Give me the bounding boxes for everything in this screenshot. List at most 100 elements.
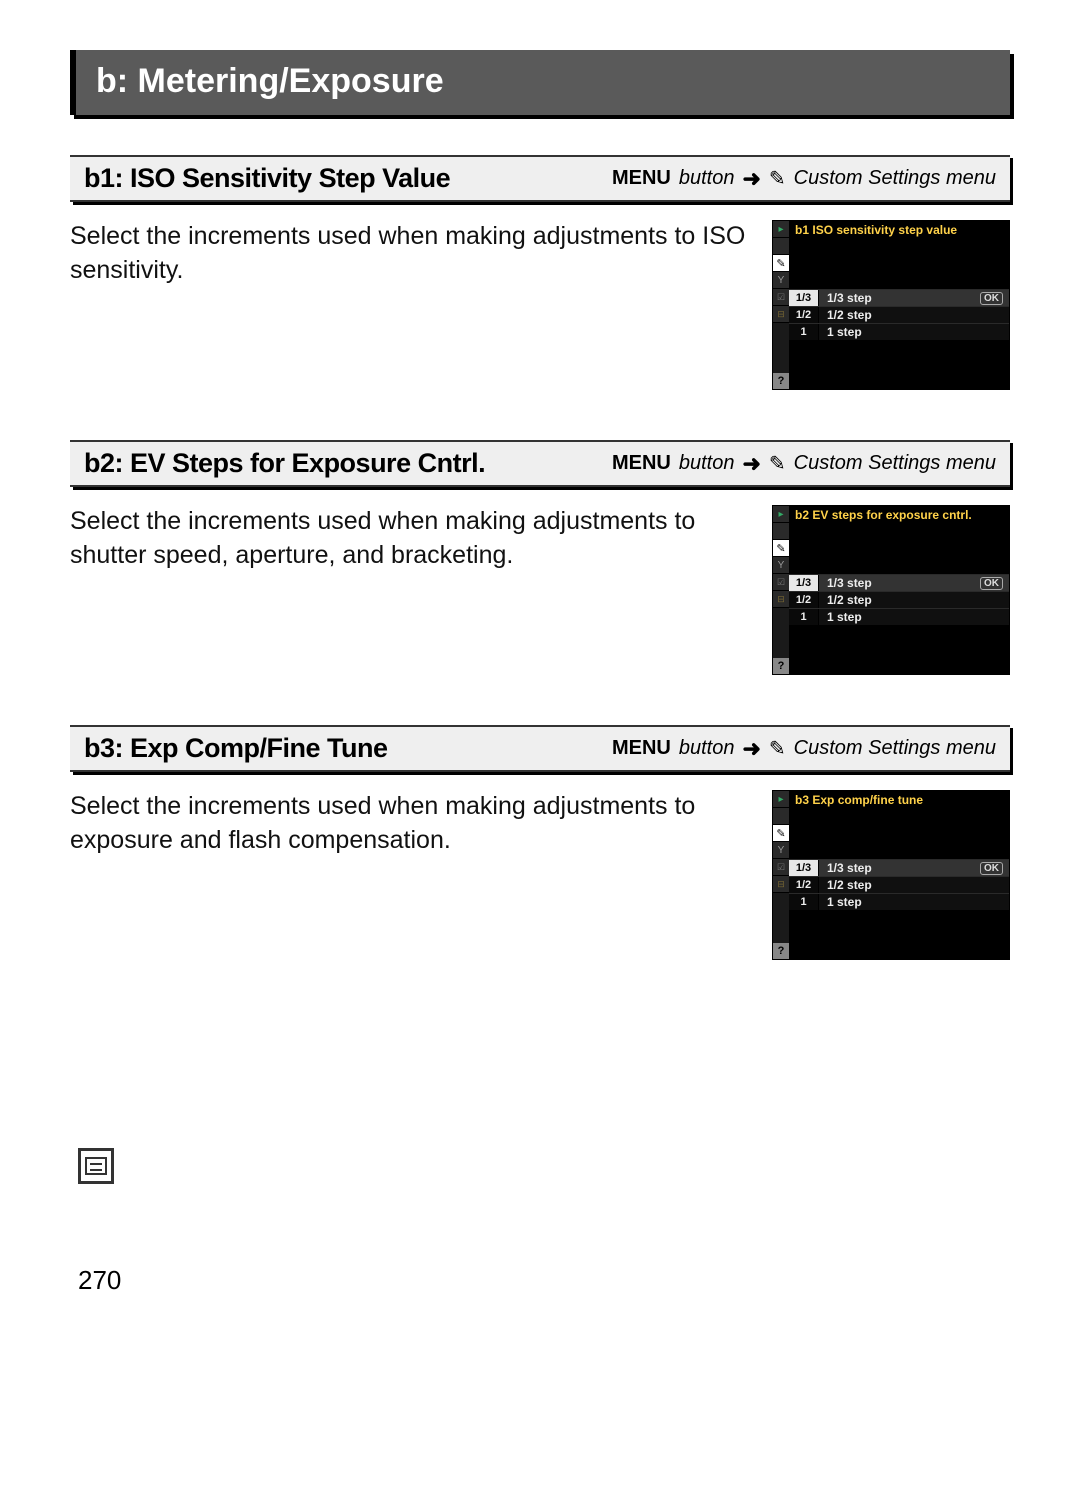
lcd-tab-setup-icon — [773, 557, 789, 574]
lcd-row-label: 1/2 step — [819, 593, 1009, 607]
nav-path: MENU button ➜ ✎ Custom Settings menu — [612, 736, 996, 762]
lcd-row-fraction: 1/3 — [789, 290, 819, 306]
button-word: button — [679, 167, 735, 190]
lcd-sidebar: ? — [773, 221, 789, 389]
camera-lcd-b2: ? b2 EV steps for exposure cntrl. 1/3 1/… — [772, 505, 1010, 675]
lcd-row-label: 1/3 step — [819, 576, 980, 590]
item-header-b2: b2: EV Steps for Exposure Cntrl. MENU bu… — [70, 440, 1010, 487]
lcd-rows: 1/3 1/3 step OK 1/2 1/2 step 1 1 step — [789, 859, 1009, 910]
lcd-tab-pencil-icon — [773, 255, 789, 272]
lcd-row: 1 1 step — [789, 893, 1009, 910]
section-header: b: Metering/Exposure — [70, 50, 1010, 115]
lcd-row-label: 1 step — [819, 610, 1009, 624]
menu-button-label: MENU — [612, 452, 671, 475]
menu-list-icon — [78, 1148, 114, 1184]
lcd-tab-mymenu-icon — [773, 306, 789, 323]
lcd-tab-blank — [773, 808, 789, 825]
lcd-row-label: 1 step — [819, 895, 1009, 909]
lcd-rows: 1/3 1/3 step OK 1/2 1/2 step 1 1 step — [789, 574, 1009, 625]
lcd-row-fraction: 1/2 — [789, 877, 819, 893]
lcd-tab-mymenu-icon — [773, 591, 789, 608]
lcd-tab-blank — [773, 238, 789, 255]
menu-button-label: MENU — [612, 737, 671, 760]
nav-dest: Custom Settings menu — [794, 452, 996, 475]
lcd-row-selected: 1/3 1/3 step OK — [789, 289, 1009, 306]
manual-page: b: Metering/Exposure b1: ISO Sensitivity… — [0, 0, 1080, 960]
nav-dest: Custom Settings menu — [794, 167, 996, 190]
lcd-row-fraction: 1/2 — [789, 307, 819, 323]
pencil-icon: ✎ — [769, 451, 786, 476]
lcd-row: 1/2 1/2 step — [789, 306, 1009, 323]
lcd-tab-play-icon — [773, 506, 789, 523]
lcd-row: 1/2 1/2 step — [789, 876, 1009, 893]
lcd-tab-setup-icon — [773, 272, 789, 289]
nav-path: MENU button ➜ ✎ Custom Settings menu — [612, 451, 996, 477]
lcd-tab-pencil-icon — [773, 540, 789, 557]
camera-lcd-b1: ? b1 ISO sensitivity step value 1/3 1/3 … — [772, 220, 1010, 390]
lcd-row-label: 1/2 step — [819, 878, 1009, 892]
lcd-title: b1 ISO sensitivity step value — [795, 223, 957, 237]
lcd-tab-play-icon — [773, 791, 789, 808]
lcd-row-label: 1 step — [819, 325, 1009, 339]
lcd-tab-mymenu-icon — [773, 876, 789, 893]
item-body-b1: Select the increments used when making a… — [70, 220, 1010, 390]
lcd-row-label: 1/3 step — [819, 291, 980, 305]
item-desc-b2: Select the increments used when making a… — [70, 505, 752, 573]
item-header-b1: b1: ISO Sensitivity Step Value MENU butt… — [70, 155, 1010, 202]
item-body-b2: Select the increments used when making a… — [70, 505, 1010, 675]
lcd-help-icon: ? — [773, 658, 789, 674]
lcd-row-fraction: 1 — [789, 324, 819, 340]
lcd-row-selected: 1/3 1/3 step OK — [789, 859, 1009, 876]
lcd-heading-text: EV steps for exposure cntrl. — [812, 508, 971, 522]
nav-dest: Custom Settings menu — [794, 737, 996, 760]
camera-lcd-b3: ? b3 Exp comp/fine tune 1/3 1/3 step OK … — [772, 790, 1010, 960]
lcd-title: b3 Exp comp/fine tune — [795, 793, 923, 807]
lcd-title: b2 EV steps for exposure cntrl. — [795, 508, 972, 522]
lcd-row-label: 1/2 step — [819, 308, 1009, 322]
lcd-help-icon: ? — [773, 943, 789, 959]
lcd-heading-code: b3 — [795, 793, 809, 807]
lcd-tab-retouch-icon — [773, 289, 789, 306]
lcd-sidebar: ? — [773, 506, 789, 674]
arrow-icon: ➜ — [742, 451, 760, 477]
pencil-icon: ✎ — [769, 166, 786, 191]
lcd-row-fraction: 1/3 — [789, 860, 819, 876]
lcd-row-fraction: 1 — [789, 894, 819, 910]
pencil-icon: ✎ — [769, 736, 786, 761]
item-title-b1: b1: ISO Sensitivity Step Value — [84, 163, 450, 194]
button-word: button — [679, 452, 735, 475]
lcd-row: 1 1 step — [789, 608, 1009, 625]
lcd-row-label: 1/3 step — [819, 861, 980, 875]
ok-icon: OK — [980, 577, 1003, 590]
lcd-tab-pencil-icon — [773, 825, 789, 842]
lcd-tab-retouch-icon — [773, 859, 789, 876]
lcd-tab-setup-icon — [773, 842, 789, 859]
section-title: b: Metering/Exposure — [96, 62, 444, 100]
lcd-row-fraction: 1/3 — [789, 575, 819, 591]
lcd-row: 1 1 step — [789, 323, 1009, 340]
arrow-icon: ➜ — [742, 166, 760, 192]
lcd-rows: 1/3 1/3 step OK 1/2 1/2 step 1 1 step — [789, 289, 1009, 340]
lcd-heading-text: Exp comp/fine tune — [812, 793, 923, 807]
lcd-tab-play-icon — [773, 221, 789, 238]
ok-icon: OK — [980, 292, 1003, 305]
button-word: button — [679, 737, 735, 760]
lcd-row-fraction: 1 — [789, 609, 819, 625]
lcd-help-icon: ? — [773, 373, 789, 389]
item-title-b3: b3: Exp Comp/Fine Tune — [84, 733, 388, 764]
item-header-b3: b3: Exp Comp/Fine Tune MENU button ➜ ✎ C… — [70, 725, 1010, 772]
item-body-b3: Select the increments used when making a… — [70, 790, 1010, 960]
ok-icon: OK — [980, 862, 1003, 875]
page-number: 270 — [78, 1265, 121, 1296]
lcd-row: 1/2 1/2 step — [789, 591, 1009, 608]
lcd-heading-text: ISO sensitivity step value — [812, 223, 957, 237]
item-desc-b1: Select the increments used when making a… — [70, 220, 752, 288]
lcd-heading-code: b1 — [795, 223, 809, 237]
item-desc-b3: Select the increments used when making a… — [70, 790, 752, 858]
lcd-row-selected: 1/3 1/3 step OK — [789, 574, 1009, 591]
lcd-row-fraction: 1/2 — [789, 592, 819, 608]
arrow-icon: ➜ — [742, 736, 760, 762]
nav-path: MENU button ➜ ✎ Custom Settings menu — [612, 166, 996, 192]
menu-button-label: MENU — [612, 167, 671, 190]
lcd-sidebar: ? — [773, 791, 789, 959]
